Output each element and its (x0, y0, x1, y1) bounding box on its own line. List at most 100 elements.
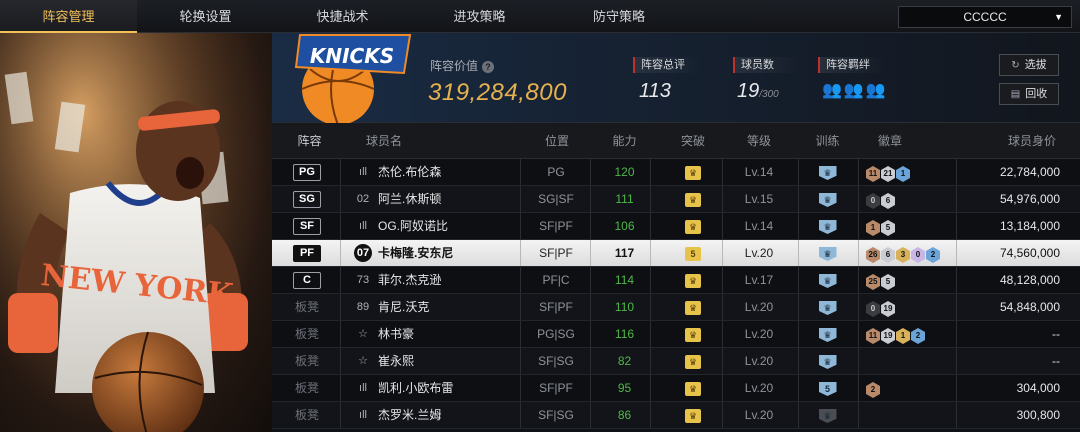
breakthrough-cell[interactable]: ♛ (667, 375, 719, 401)
column-divider (722, 348, 723, 374)
badges-cell[interactable]: 26 6 3 0 2 (866, 240, 941, 266)
column-divider (340, 348, 341, 374)
training-cell[interactable]: ♛ (800, 213, 855, 239)
table-row[interactable]: SG 02 阿兰.休斯顿 SG|SF 111 ♛ Lv.15 ♛ 0 6 54,976,000 (272, 186, 1080, 213)
player-name[interactable]: OG.阿奴诺比 (378, 213, 448, 239)
column-divider (722, 240, 723, 266)
badges-cell[interactable]: 11 21 1 (866, 159, 911, 185)
tab-offense-strategy[interactable]: 进攻策略 (411, 0, 548, 33)
player-name[interactable]: 崔永熙 (378, 348, 414, 374)
badges-cell[interactable]: 25 5 (866, 267, 896, 293)
breakthrough-cell[interactable]: ♛ (667, 267, 719, 293)
player-name[interactable]: 卡梅隆.安东尼 (378, 240, 453, 266)
training-cell[interactable]: ♛ (800, 267, 855, 293)
training-cell[interactable]: ♛ (800, 348, 855, 374)
column-divider (858, 240, 859, 266)
table-row[interactable]: SF ıll OG.阿奴诺比 SF|PF 106 ♛ Lv.14 ♛ 1 5 13,184,000 (272, 213, 1080, 240)
table-row[interactable]: PF 07 卡梅隆.安东尼 SF|PF 117 5 Lv.20 ♛ 26 6 3 0 2 74,560,0… (272, 240, 1080, 267)
breakthrough-cell[interactable]: ♛ (667, 348, 719, 374)
column-divider (590, 267, 591, 293)
table-row[interactable]: 板凳 ☆ 林书豪 PG|SG 116 ♛ Lv.20 ♛ 11 19 1 2 -- (272, 321, 1080, 348)
recycle-button[interactable]: ▤ 回收 (999, 83, 1059, 105)
player-rating: 106 (614, 219, 635, 233)
table-row[interactable]: 板凳 ☆ 崔永熙 SF|SG 82 ♛ Lv.20 ♛ -- (272, 348, 1080, 375)
badge-hex-icon: 2 (866, 382, 880, 398)
column-divider (590, 321, 591, 347)
badges-cell[interactable]: 0 19 (866, 294, 896, 320)
breakthrough-crown-icon: 5 (685, 247, 701, 261)
breakthrough-crown-icon: ♛ (685, 328, 701, 342)
column-divider (340, 375, 341, 401)
breakthrough-cell[interactable]: ♛ (667, 159, 719, 185)
training-cell[interactable]: 5 (800, 375, 855, 401)
player-count-value: 19/300 (737, 80, 779, 103)
slot-bench-label: 板凳 (294, 381, 319, 395)
training-cell[interactable]: ♛ (800, 240, 855, 266)
column-divider (520, 159, 521, 185)
breakthrough-cell[interactable]: ♛ (667, 213, 719, 239)
table-row[interactable]: C 73 菲尔.杰克逊 PF|C 114 ♛ Lv.17 ♛ 25 5 48,128,000 (272, 267, 1080, 294)
breakthrough-crown-icon: ♛ (685, 301, 701, 315)
column-divider (956, 321, 957, 347)
badges-cell[interactable]: 06 (866, 186, 896, 212)
jersey-number: ıll (359, 166, 367, 178)
col-slot: 阵容 (297, 134, 322, 148)
select-player-button[interactable]: ↻ 选拔 (999, 54, 1059, 76)
column-divider (722, 159, 723, 185)
badge-hex-icon: 11 (866, 166, 880, 182)
breakthrough-cell[interactable]: ♛ (667, 321, 719, 347)
training-cell[interactable]: ♛ (800, 321, 855, 347)
player-name[interactable]: 阿兰.休斯顿 (378, 186, 441, 212)
tab-rotation-settings[interactable]: 轮换设置 (137, 0, 274, 33)
player-name[interactable]: 菲尔.杰克逊 (378, 267, 441, 293)
column-divider (590, 213, 591, 239)
table-row[interactable]: 板凳 ıll 凯利.小欧布雷 SF|PF 95 ♛ Lv.20 5 2 304,000 (272, 375, 1080, 402)
badge-hex-icon: 1 (896, 328, 910, 344)
badge-hex-icon: 25 (866, 274, 880, 290)
badge-hex-icon: 5 (881, 220, 895, 236)
badge-hex-icon: 0 (911, 247, 925, 263)
tab-quick-tactics[interactable]: 快捷战术 (274, 0, 411, 33)
col-player-name: 球员名 (365, 134, 402, 148)
player-rating: 116 (614, 327, 635, 341)
jersey-number: 02 (356, 193, 370, 205)
tab-lineup-management[interactable]: 阵容管理 (0, 0, 137, 33)
player-position: SF|SG (538, 354, 574, 368)
team-select-dropdown[interactable]: CCCCC ▼ (898, 6, 1072, 28)
help-icon[interactable]: ? (482, 61, 495, 73)
breakthrough-cell[interactable]: ♛ (667, 294, 719, 320)
column-divider (858, 267, 859, 293)
player-name[interactable]: 凯利.小欧布雷 (378, 375, 453, 401)
column-divider (798, 321, 799, 347)
player-name[interactable]: 杰伦.布伦森 (378, 159, 441, 185)
player-name[interactable]: 肯尼.沃克 (378, 294, 429, 320)
breakthrough-crown-icon: ♛ (685, 382, 701, 396)
training-cell[interactable]: ♛ (800, 159, 855, 185)
table-row[interactable]: 板凳 ıll 杰罗米.兰姆 SF|SG 86 ♛ Lv.20 ♛ 300,800 (272, 402, 1080, 429)
badges-cell[interactable]: 2 (866, 375, 881, 401)
table-row[interactable]: 板凳 89 肯尼.沃克 SF|PF 110 ♛ Lv.20 ♛ 0 19 54,848,000 (272, 294, 1080, 321)
table-row[interactable]: PG ıll 杰伦.布伦森 PG 120 ♛ Lv.14 ♛ 11 21 1 22,784,000 (272, 159, 1080, 186)
chemistry-icons[interactable]: 👥 👥 👥 (822, 80, 888, 100)
column-divider (340, 267, 341, 293)
column-divider (520, 321, 521, 347)
training-cell[interactable]: ♛ (800, 294, 855, 320)
player-name[interactable]: 杰罗米.兰姆 (378, 402, 441, 428)
tab-defense-strategy[interactable]: 防守策略 (548, 0, 690, 33)
player-position: SF|PF (539, 246, 573, 260)
slot-position-badge: SF (293, 218, 321, 235)
player-name[interactable]: 林书豪 (378, 321, 414, 347)
breakthrough-cell[interactable]: ♛ (667, 186, 719, 212)
player-level: Lv.20 (744, 408, 774, 422)
training-cell[interactable]: ♛ (800, 402, 855, 428)
badges-cell[interactable]: 11 19 1 2 (866, 321, 926, 347)
column-divider (650, 267, 651, 293)
slot-bench-label: 板凳 (294, 354, 319, 368)
badges-cell[interactable]: 15 (866, 213, 896, 239)
breakthrough-cell[interactable]: 5 (667, 240, 719, 266)
column-divider (798, 213, 799, 239)
chemistry-icon-3: 👥 (865, 82, 886, 99)
training-cell[interactable]: ♛ (800, 186, 855, 212)
player-price: 304,000 (1016, 381, 1060, 395)
breakthrough-cell[interactable]: ♛ (667, 402, 719, 428)
